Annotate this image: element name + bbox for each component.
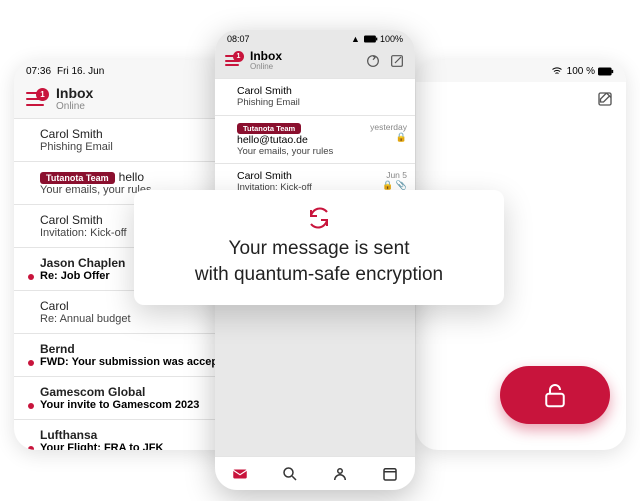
status-time: 07:36 [26, 66, 51, 77]
sender-pill: Tutanota Team [40, 172, 115, 184]
email-item[interactable]: Tutanota Teamhello@tutao.deYour emails, … [215, 115, 415, 163]
battery-icon [598, 67, 614, 76]
wifi-icon [551, 65, 563, 77]
unread-badge: 1 [233, 51, 244, 62]
encryption-message-card: Your message is sent with quantum-safe e… [134, 190, 504, 305]
nav-search-icon[interactable] [281, 465, 299, 483]
battery-text: 100 % [567, 66, 595, 77]
message-line-1: Your message is sent [154, 236, 484, 262]
unread-dot [28, 145, 34, 151]
battery-icon [364, 35, 378, 43]
unread-dot [28, 274, 34, 280]
compose-icon[interactable] [596, 90, 614, 108]
email-body: Tutanota Teamhello@tutao.deYour emails, … [237, 122, 362, 157]
menu-button[interactable]: 1 [26, 92, 50, 106]
status-day: Fri 16. Jun [57, 66, 104, 77]
menu-button[interactable]: 1 [225, 55, 245, 66]
status-time: 08:07 [227, 34, 250, 44]
unread-dot [28, 403, 34, 409]
email-subject: Phishing Email [237, 97, 399, 108]
email-sender: Carol Smith [237, 85, 399, 97]
status-bar: 08:07 ▲ 100% [215, 30, 415, 48]
message-line-2: with quantum-safe encryption [154, 262, 484, 288]
email-item[interactable]: Carol SmithPhishing Email [215, 78, 415, 115]
unread-dot [225, 140, 231, 146]
compose-fab[interactable] [500, 366, 610, 424]
email-sender: Tutanota Teamhello@tutao.de [237, 122, 362, 146]
email-sender: Carol Smith [237, 170, 378, 182]
unread-dot [225, 103, 231, 109]
email-date: yesterday [370, 122, 407, 132]
compose-icon[interactable] [389, 53, 405, 69]
unread-dot [28, 317, 34, 323]
inbox-header: 1 Inbox Online [215, 48, 415, 78]
nav-contacts-icon[interactable] [331, 465, 349, 483]
unread-dot [28, 446, 34, 450]
email-date: Jun 5 [386, 170, 407, 180]
bottom-nav [215, 456, 415, 490]
unread-dot [28, 188, 34, 194]
inbox-title-block: Inbox Online [245, 50, 365, 72]
nav-mail-icon[interactable] [231, 465, 249, 483]
status-bar: 100 % [416, 60, 626, 82]
lock-icon [540, 380, 570, 410]
nav-calendar-icon[interactable] [381, 465, 399, 483]
battery-text: 100% [380, 34, 403, 44]
refresh-icon[interactable] [365, 53, 381, 69]
email-body: Carol SmithPhishing Email [237, 85, 399, 108]
sync-icon [307, 206, 331, 230]
email-meta: yesterday🔒 [362, 122, 407, 143]
inbox-status: Online [250, 63, 365, 72]
unread-dot [28, 231, 34, 237]
email-meta: Jun 5🔒 📎 [378, 170, 407, 191]
unread-badge: 1 [36, 88, 49, 101]
signal-icon: ▲ [351, 34, 360, 44]
lock-icon: 🔒 [362, 132, 407, 143]
email-subject: Your emails, your rules [237, 146, 362, 157]
sender-pill: Tutanota Team [237, 123, 301, 134]
unread-dot [28, 360, 34, 366]
